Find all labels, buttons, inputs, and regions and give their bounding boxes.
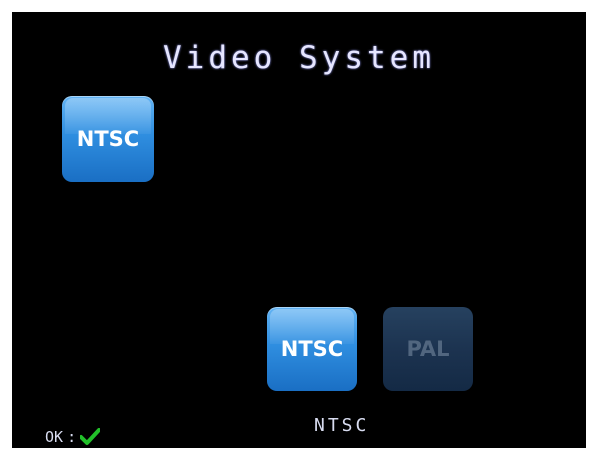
ok-separator: : [67, 428, 77, 446]
ntsc-option-button[interactable]: NTSC [267, 307, 357, 391]
pal-option-label: PAL [406, 337, 450, 361]
selected-option-label: NTSC [314, 415, 370, 436]
video-system-screen: Video System NTSC NTSC PAL NTSC OK : [12, 12, 586, 448]
ntsc-option-label: NTSC [280, 337, 344, 361]
ok-key-label: OK [45, 428, 64, 446]
pal-option-button[interactable]: PAL [383, 307, 473, 391]
screen-title: Video System [163, 40, 435, 76]
ok-hint: OK : [45, 428, 101, 446]
current-system-icon: NTSC [62, 96, 154, 182]
check-icon [80, 428, 101, 446]
current-system-label: NTSC [76, 127, 140, 151]
